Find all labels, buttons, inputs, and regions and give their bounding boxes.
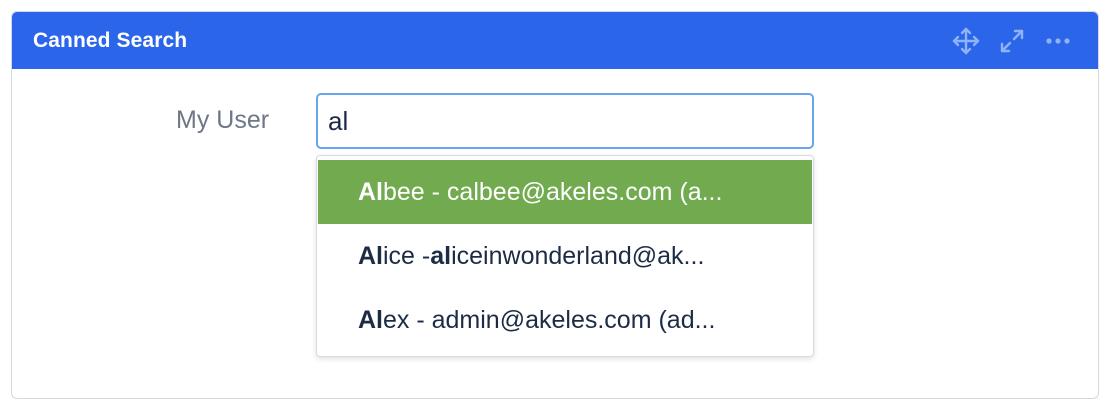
move-icon[interactable] xyxy=(950,25,982,57)
suggestion-match: al xyxy=(430,241,452,270)
panel-title: Canned Search xyxy=(33,28,188,52)
suggestion-text: iceinwonderland@ak... xyxy=(451,241,705,270)
suggestion-item[interactable]: Al ex - admin@akeles.com (ad... xyxy=(318,288,812,352)
suggestion-match: Al xyxy=(358,177,383,206)
suggestion-item[interactable]: Al bee - calbee@akeles.com (a... xyxy=(318,160,812,224)
suggestion-match: Al xyxy=(358,241,383,270)
more-icon[interactable] xyxy=(1042,25,1074,57)
header-actions xyxy=(950,12,1074,69)
suggestion-text: ex - admin@akeles.com (ad... xyxy=(383,305,716,334)
my-user-label: My User xyxy=(176,106,270,134)
suggestion-match: Al xyxy=(358,305,383,334)
suggestion-text: ice - xyxy=(383,241,431,270)
expand-icon[interactable] xyxy=(996,25,1028,57)
user-search-input[interactable] xyxy=(316,93,814,149)
suggestion-text: bee - calbee@akeles.com (a... xyxy=(383,177,723,206)
user-suggestions-dropdown: Al bee - calbee@akeles.com (a... Al ice - … xyxy=(316,155,814,357)
suggestion-item[interactable]: Al ice - al iceinwonderland@ak... xyxy=(318,224,812,288)
panel-header: Canned Search xyxy=(12,12,1098,69)
